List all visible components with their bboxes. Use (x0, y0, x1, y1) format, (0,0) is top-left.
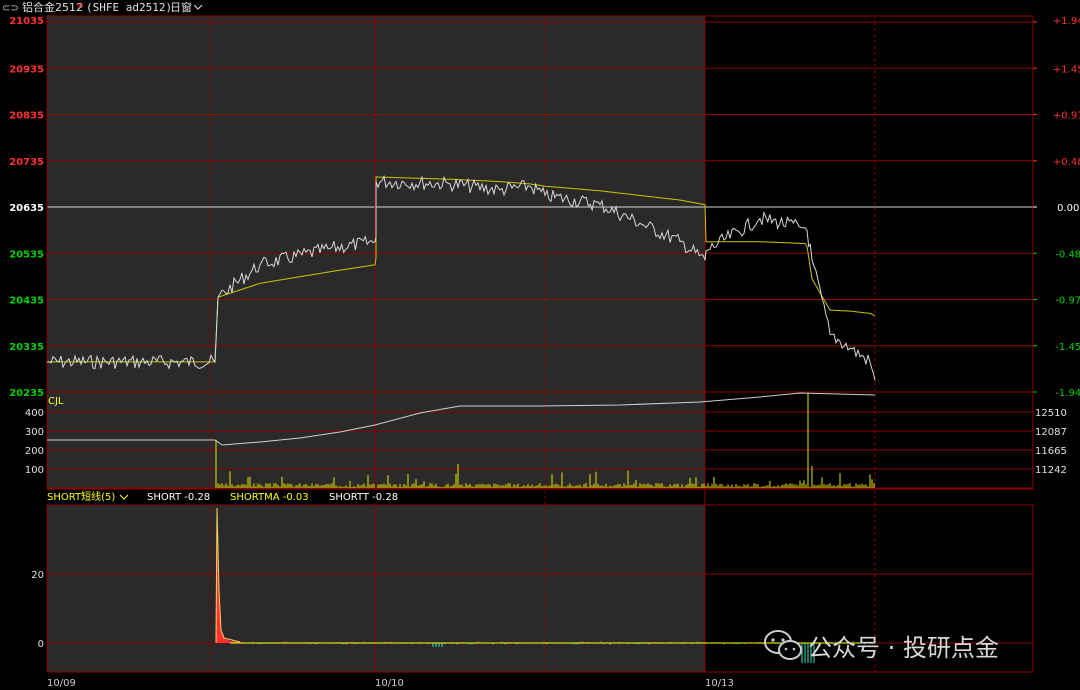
date-axis: 10/09 10/10 10/13 (47, 678, 734, 689)
date-tick-label: 10/09 (47, 678, 76, 689)
period-selector[interactable]: 日窗 (170, 0, 192, 14)
indicator-axis-left: 20 0 (31, 570, 44, 650)
volume-panel-title: CJL (48, 396, 64, 407)
price-tick-label: 20835 (9, 111, 44, 122)
open-interest-tick-label: 12087 (1035, 427, 1067, 438)
percent-tick-label: -1.94% (1055, 388, 1080, 399)
percent-tick-label: -0.97% (1055, 296, 1080, 307)
percent-tick-label: +1.94% (1053, 16, 1080, 27)
price-tick-label: 20335 (9, 342, 44, 353)
short-value: SHORT -0.28 (147, 492, 210, 503)
price-tick-label: 21035 (9, 16, 44, 27)
chevron-down-icon[interactable] (193, 4, 203, 10)
intraday-chart[interactable]: ⊂⊃ 铝合金2512 M (SHFE ad2512) 日窗 21035 20935… (0, 0, 1080, 690)
percent-tick-label: 0.00% (1057, 203, 1080, 214)
session-shade-indicator (47, 505, 705, 672)
price-axis-right: +1.94% +1.45% +0.97% +0.48% 0.00% -0.48% -0.97… (1033, 16, 1080, 399)
open-interest-tick-label: 11665 (1035, 446, 1067, 457)
instrument-code: (SHFE ad2512) (86, 1, 172, 14)
date-tick-label: 10/13 (705, 678, 734, 689)
open-interest-tick-label: 12510 (1035, 408, 1067, 419)
volume-axis-right: 12510 12087 11665 11242 (1035, 408, 1067, 476)
header-bar: ⊂⊃ 铝合金2512 M (SHFE ad2512) 日窗 (2, 0, 203, 14)
date-tick-label: 10/10 (375, 678, 404, 689)
volume-tick-label: 300 (25, 427, 44, 438)
instrument-superscript: M (77, 2, 83, 10)
indicator-name[interactable]: SHORT短线(5) (47, 490, 115, 503)
wechat-icon (764, 630, 802, 660)
price-tick-label: 20535 (9, 249, 44, 260)
percent-tick-label: -1.45% (1055, 342, 1080, 353)
price-tick-label: 20635 (9, 203, 44, 214)
instrument-name[interactable]: 铝合金2512 (22, 0, 83, 14)
watermark: 公众号 · 投研点金 (764, 630, 999, 662)
volume-tick-label: 100 (25, 465, 44, 476)
open-interest-tick-label: 11242 (1035, 465, 1067, 476)
watermark-text: 公众号 · 投研点金 (808, 634, 999, 662)
volume-tick-label: 200 (25, 446, 44, 457)
price-tick-label: 20735 (9, 157, 44, 168)
link-icon[interactable]: ⊂⊃ (2, 3, 19, 14)
percent-tick-label: -0.48% (1055, 249, 1080, 260)
indicator-tick-label: 0 (38, 639, 44, 650)
indicator-header: SHORT短线(5) SHORT -0.28 SHORTMA -0.03 SHO… (46, 490, 419, 503)
price-tick-label: 20235 (9, 388, 44, 399)
price-tick-label: 20935 (9, 64, 44, 75)
percent-tick-label: +0.97% (1053, 111, 1080, 122)
volume-tick-label: 400 (25, 408, 44, 419)
indicator-tick-label: 20 (31, 570, 44, 581)
price-axis-left: 21035 20935 20835 20735 20635 20535 20435 20335… (9, 16, 44, 399)
price-tick-label: 20435 (9, 296, 44, 307)
volume-axis-left: 400 300 200 100 (25, 408, 44, 476)
percent-tick-label: +1.45% (1053, 64, 1080, 75)
shortt-value: SHORTT -0.28 (329, 492, 398, 503)
shortma-value: SHORTMA -0.03 (230, 492, 309, 503)
percent-tick-label: +0.48% (1053, 157, 1080, 168)
